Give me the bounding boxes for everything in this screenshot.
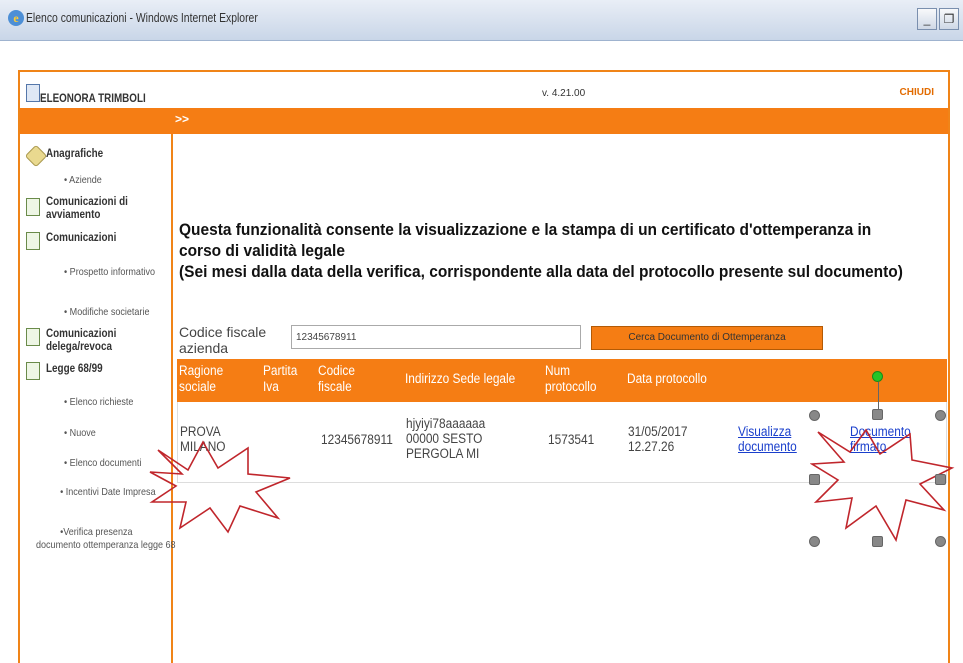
document-icon (26, 232, 40, 250)
resize-handle[interactable] (935, 410, 946, 421)
resize-handle[interactable] (872, 409, 883, 420)
sidebar-item-anagrafiche[interactable]: Anagrafiche (46, 148, 166, 161)
info-line: (Sei mesi dalla data della verifica, cor… (179, 262, 903, 281)
resize-handle[interactable] (809, 410, 820, 421)
window-controls: _ ❐ (917, 8, 959, 30)
rotate-handle[interactable] (872, 371, 883, 382)
resize-handle[interactable] (809, 536, 820, 547)
sidebar-item-elenco-richieste[interactable]: • Elenco richieste (64, 396, 184, 409)
document-icon (26, 362, 40, 380)
sidebar-item-comunicazioni[interactable]: Comunicazioni (46, 232, 166, 245)
callout-burst-documento (810, 428, 955, 543)
search-document-button[interactable]: Cerca Documento di Ottemperanza (591, 326, 823, 350)
user-name: ELEONORA TRIMBOLI (40, 91, 146, 105)
info-line: Questa funzionalità consente la visualiz… (179, 220, 872, 239)
restore-icon[interactable]: ❐ (939, 8, 959, 30)
codice-fiscale-label: Codice fiscale azienda (179, 324, 267, 356)
resize-handle[interactable] (935, 536, 946, 547)
col-data-protocollo: Data protocollo (627, 371, 707, 386)
sidebar-item-legge[interactable]: Legge 68/99 (46, 363, 166, 376)
col-ragione: Ragione sociale (179, 363, 224, 394)
app-header: ELEONORA TRIMBOLI v. 4.21.00 CHIUDI (20, 72, 948, 108)
col-partita-iva: Partita Iva (263, 363, 298, 394)
window-title-bar: e Elenco comunicazioni - Windows Interne… (0, 0, 963, 41)
sidebar-item-incentivi[interactable]: • Incentivi Date Impresa (36, 486, 161, 499)
sidebar-toggle[interactable]: >> (175, 112, 189, 126)
cell-indirizzo: hjyiyi78aaaaaa 00000 SESTO PERGOLA MI (406, 416, 486, 461)
app-frame: ELEONORA TRIMBOLI v. 4.21.00 CHIUDI >> A… (18, 70, 950, 663)
folder-icon (24, 144, 48, 168)
visualizza-documento-link[interactable]: Visualizza documento (738, 424, 800, 454)
codice-fiscale-input[interactable] (291, 325, 581, 349)
sidebar: Anagrafiche • Aziende Comunicazioni di a… (20, 134, 176, 663)
resize-handle[interactable] (935, 474, 946, 485)
resize-handle[interactable] (809, 474, 820, 485)
close-link[interactable]: CHIUDI (900, 87, 934, 98)
info-text: Questa funzionalità consente la visualiz… (179, 219, 949, 282)
table-header: Ragione sociale Partita Iva Codice fisca… (177, 359, 947, 402)
ie-icon: e (8, 10, 24, 26)
cell-codice-fiscale: 12345678911 (321, 432, 393, 447)
sidebar-item-aziende[interactable]: • Aziende (64, 174, 102, 187)
user-logo-icon (26, 84, 40, 102)
version-label: v. 4.21.00 (542, 88, 586, 99)
sidebar-item-comunicazioni-avviamento[interactable]: Comunicazioni di avviamento (46, 196, 166, 222)
orange-nav-bar: >> (20, 108, 948, 134)
col-indirizzo: Indirizzo Sede legale (405, 371, 516, 386)
cell-num-protocollo: 1573541 (548, 432, 595, 447)
col-codice-fiscale: Codice fiscale (318, 363, 355, 394)
handle-connector (878, 382, 879, 409)
window-title: Elenco comunicazioni - Windows Internet … (26, 10, 258, 25)
sidebar-item-delega[interactable]: Comunicazioni delega/revoca (46, 328, 166, 354)
col-num-protocollo: Num protocollo (545, 363, 597, 394)
document-icon (26, 198, 40, 216)
main-content: Questa funzionalità consente la visualiz… (173, 134, 948, 663)
cell-data-protocollo: 31/05/2017 12.27.26 (628, 424, 688, 454)
sidebar-item-prospetto[interactable]: • Prospetto informativo (64, 266, 159, 279)
document-icon (26, 328, 40, 346)
minimize-icon[interactable]: _ (917, 8, 937, 30)
resize-handle[interactable] (872, 536, 883, 547)
sidebar-item-nuove[interactable]: • Nuove (64, 427, 96, 440)
callout-burst-ragione (149, 440, 291, 534)
info-line: corso di validità legale (179, 241, 345, 260)
